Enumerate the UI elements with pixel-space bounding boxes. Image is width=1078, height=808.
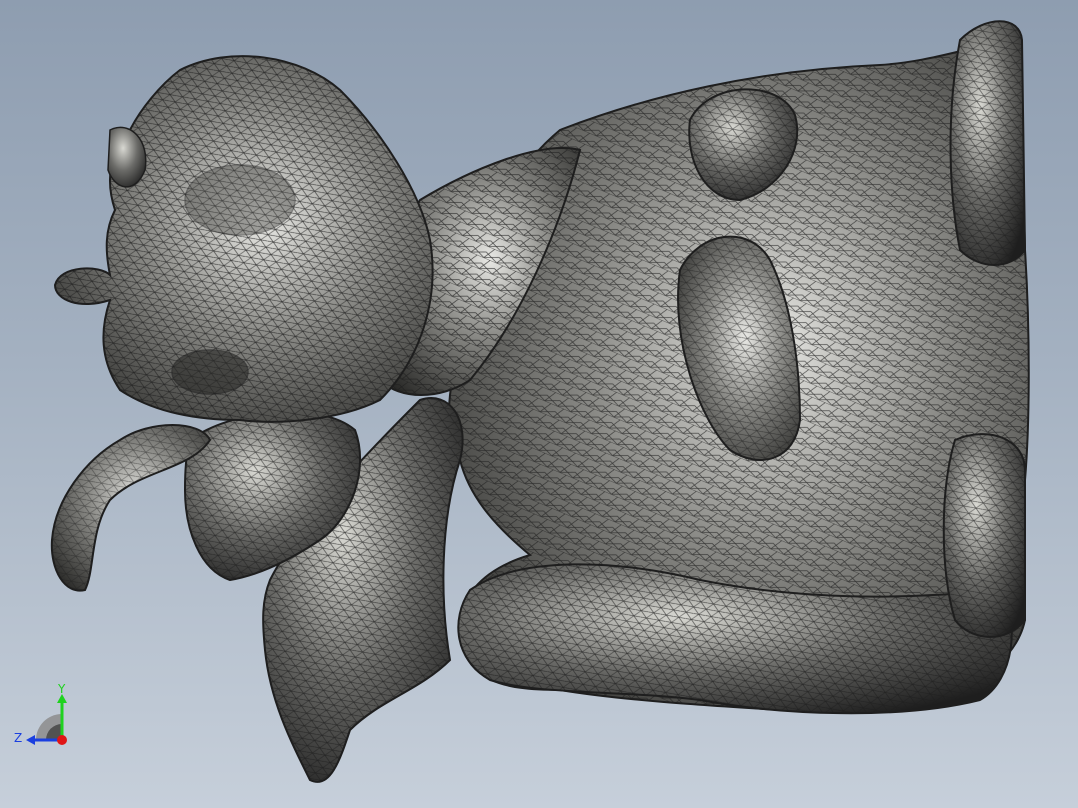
dragon-mesh-model[interactable] — [0, 0, 1078, 808]
dragon-head — [53, 55, 434, 423]
dragon-back-block — [949, 20, 1027, 266]
z-axis-label: Z — [14, 731, 23, 745]
view-orientation-triad: Y Z — [12, 682, 78, 754]
dragon-foot-block — [942, 433, 1026, 638]
graphics-viewport[interactable]: Y Z — [0, 0, 1078, 808]
y-axis-label: Y — [58, 682, 66, 696]
x-axis-dot-icon — [57, 735, 67, 745]
